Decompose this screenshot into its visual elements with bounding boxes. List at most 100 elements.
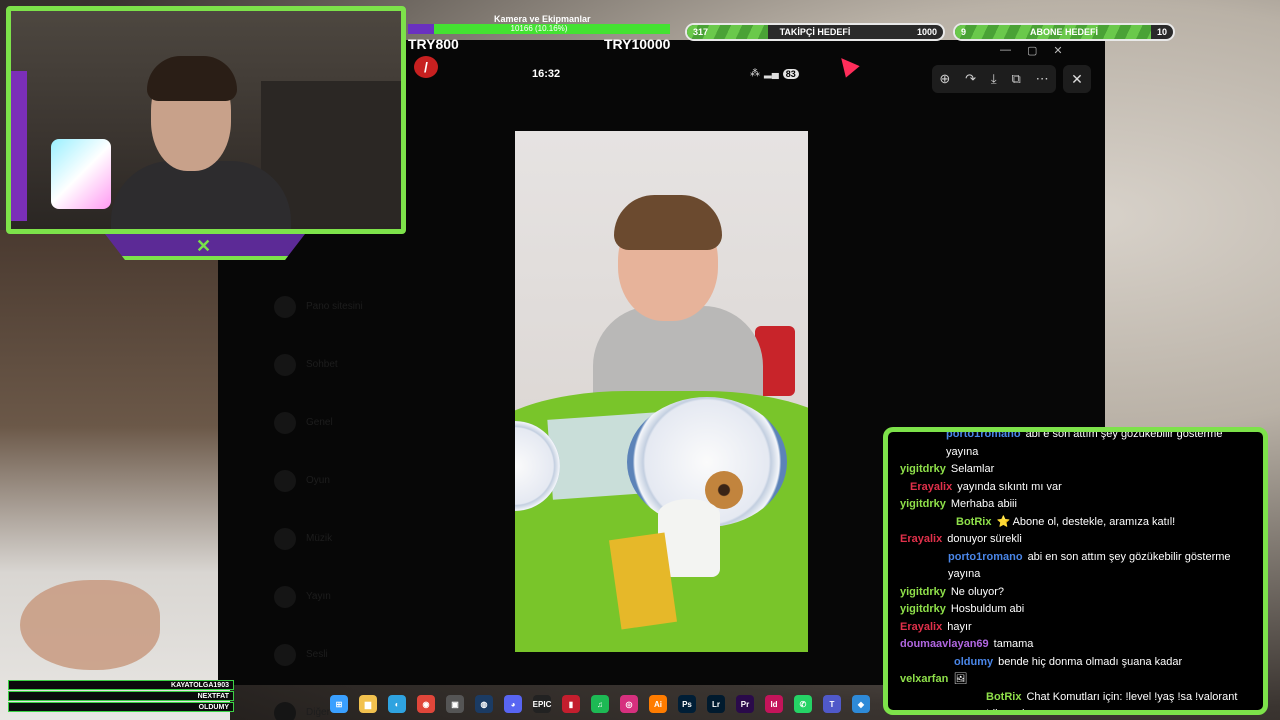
taskbar: ⊞ ▆ ◐ ◉ ▣ ◍ ◕ EPIC ▮ ♫ ◎ Ai Ps Lr Pr Id ✆ T ◆ [330,690,870,718]
chat-text: tamama [993,638,1034,650]
teams-icon[interactable]: T [823,695,841,713]
chat-username[interactable]: yigitdrky [900,463,946,475]
chat-username[interactable]: Erayalix [900,533,942,545]
sidebar-avatar [274,528,296,550]
store-icon[interactable]: ▣ [446,695,464,713]
sidebar-item[interactable]: Müzik [306,532,374,546]
chat-message: Erayalix hayır [900,619,1253,637]
chat-username[interactable]: BotRix [956,516,991,528]
sidebar-item[interactable]: Sesli [306,648,408,662]
chat-message: BotRix ⭐ Abone ol, destekle, aramıza katı… [900,514,1253,532]
image-viewer-toolbar: ⊕ ↷ ⤓ ⧉ ⋯ [932,65,1056,93]
donation-max-label: TRY10000 [604,36,671,52]
chat-username[interactable]: yigitdrky [900,586,946,598]
zoom-in-icon[interactable]: ⊕ [939,71,950,87]
edge-icon[interactable]: ◐ [388,695,406,713]
chat-message: porto1romano abi en son attım şey gözükeb… [900,549,1253,584]
sidebar-item[interactable]: Oyun [306,474,417,488]
recent-event-name: OLDUMY [198,704,229,711]
open-external-icon[interactable]: ⧉ [1011,71,1020,87]
chrome-icon[interactable]: ◉ [417,695,435,713]
rotate-icon[interactable]: ↷ [965,71,976,87]
more-icon[interactable]: ⋯ [1036,71,1049,87]
chat-text: donuyor sürekli [947,533,1022,545]
channel-logo-icon: ✕ [196,236,212,256]
chat-username[interactable]: porto1romano [948,551,1023,563]
chat-message: porto1romano abi e son attım şey gözükebi… [900,432,1253,461]
signal-icon: ▂▄ [764,68,779,79]
chat-text: Merhaba abiii [950,498,1017,510]
recent-event-row: OLDUMY [8,702,234,712]
webcam-overlay [6,6,406,234]
donation-progress-text: 10166 (10.16%) [510,24,568,33]
chat-text: hayır [947,620,972,633]
follower-goal-label: TAKİPÇİ HEDEFİ [779,27,851,37]
subscriber-goal-bar: 9 ABONE HEDEFİ 10 [953,23,1175,41]
discord-icon[interactable]: ◕ [504,695,522,713]
sidebar-item[interactable]: Pano sitesini [306,300,366,314]
sidebar-avatar [274,586,296,608]
download-icon[interactable]: ⤓ [991,71,997,87]
phone-status-icons: ⁂ ▂▄ 83 [750,68,799,79]
sidebar-avatar [274,470,296,492]
window-close-button[interactable]: ✕ [1053,44,1062,60]
chat-overlay: porto1romano abi e son attım şey gözükebi… [883,427,1268,715]
indesign-icon[interactable]: Id [765,695,783,713]
chat-username[interactable]: velxarfan [900,673,948,685]
chat-username[interactable]: Erayalix [900,621,942,633]
app-icon[interactable]: ◆ [852,695,870,713]
recent-event-name: KAYATOLGA1903 [171,682,229,689]
game-icon[interactable]: ▮ [562,695,580,713]
wifi-icon: ⁂ [750,68,760,79]
illustrator-icon[interactable]: Ai [649,695,667,713]
chat-text: Hosbuldum abi [950,603,1025,615]
whatsapp-icon[interactable]: ✆ [794,695,812,713]
steam-icon[interactable]: ◍ [475,695,493,713]
sidebar-item[interactable]: Genel [306,416,400,430]
lightroom-icon[interactable]: Lr [707,695,725,713]
chat-message: velxarfan 🖼 [900,671,1253,689]
recent-event-name: NEXTFAT [197,693,229,700]
chat-username[interactable]: BotRix [986,691,1021,703]
donation-min-label: TRY800 [408,36,459,52]
chat-username[interactable]: Erayalix [910,481,952,493]
chat-username[interactable]: doumaavlayan69 [900,638,989,650]
phone-status-time: 16:32 [532,68,561,80]
photoshop-icon[interactable]: Ps [678,695,696,713]
chat-username[interactable]: porto1romano [946,432,1021,440]
window-controls: — ▢ ✕ [1000,44,1063,60]
sidebar-avatar [274,412,296,434]
instagram-icon[interactable]: ◎ [620,695,638,713]
minimize-button[interactable]: — [1000,44,1011,60]
file-explorer-icon[interactable]: ▆ [359,695,377,713]
chat-message: yigitdrky Hosbuldum abi [900,601,1253,619]
sidebar-item[interactable]: Sohbet [306,358,383,372]
maximize-button[interactable]: ▢ [1027,44,1037,60]
sidebar-avatar [274,702,296,720]
spotify-icon[interactable]: ♫ [591,695,609,713]
premiere-icon[interactable]: Pr [736,695,754,713]
background-sidebar: Pano sitesini Sohbet Genel Oyun Müzik Yayın Se… [268,240,508,720]
chat-username[interactable]: yigitdrky [900,603,946,615]
chat-username[interactable]: oldumy [954,656,993,668]
background-hand [20,580,160,670]
sidebar-avatar [274,354,296,376]
subscriber-goal-target: 10 [1156,27,1167,37]
chat-message: Erayalix yayında sıkıntı mı var [900,479,1253,497]
chat-username[interactable]: yigitdrky [900,498,946,510]
sponsor-logo-icon: / [414,56,438,78]
chat-text: bende hiç donma olmadı şuana kadar [998,655,1183,668]
sidebar-item[interactable]: Yayın [306,590,391,604]
chat-text: yayında sıkıntı mı var [957,480,1062,493]
chat-text: Chat Komutları için: !level !yaş !sa !va… [986,690,1238,715]
epic-icon[interactable]: EPIC [533,695,551,713]
windows-start-icon[interactable]: ⊞ [330,695,348,713]
viewer-close-button[interactable]: ✕ [1063,65,1091,93]
recent-events-widget: KAYATOLGA1903 NEXTFAT OLDUMY [8,680,234,713]
sidebar-avatar [274,644,296,666]
chat-message: oldumy bende hiç donma olmadı şuana kadar [900,654,1253,672]
chat-message: BotRix Chat Komutları için: !level !yaş !… [900,689,1253,715]
chat-text: ⭐ Abone ol, destekle, aramıza katıl! [996,515,1176,528]
donation-goal-title: Kamera ve Ekipmanlar [494,14,591,24]
chat-text: Selamlar [950,463,995,475]
